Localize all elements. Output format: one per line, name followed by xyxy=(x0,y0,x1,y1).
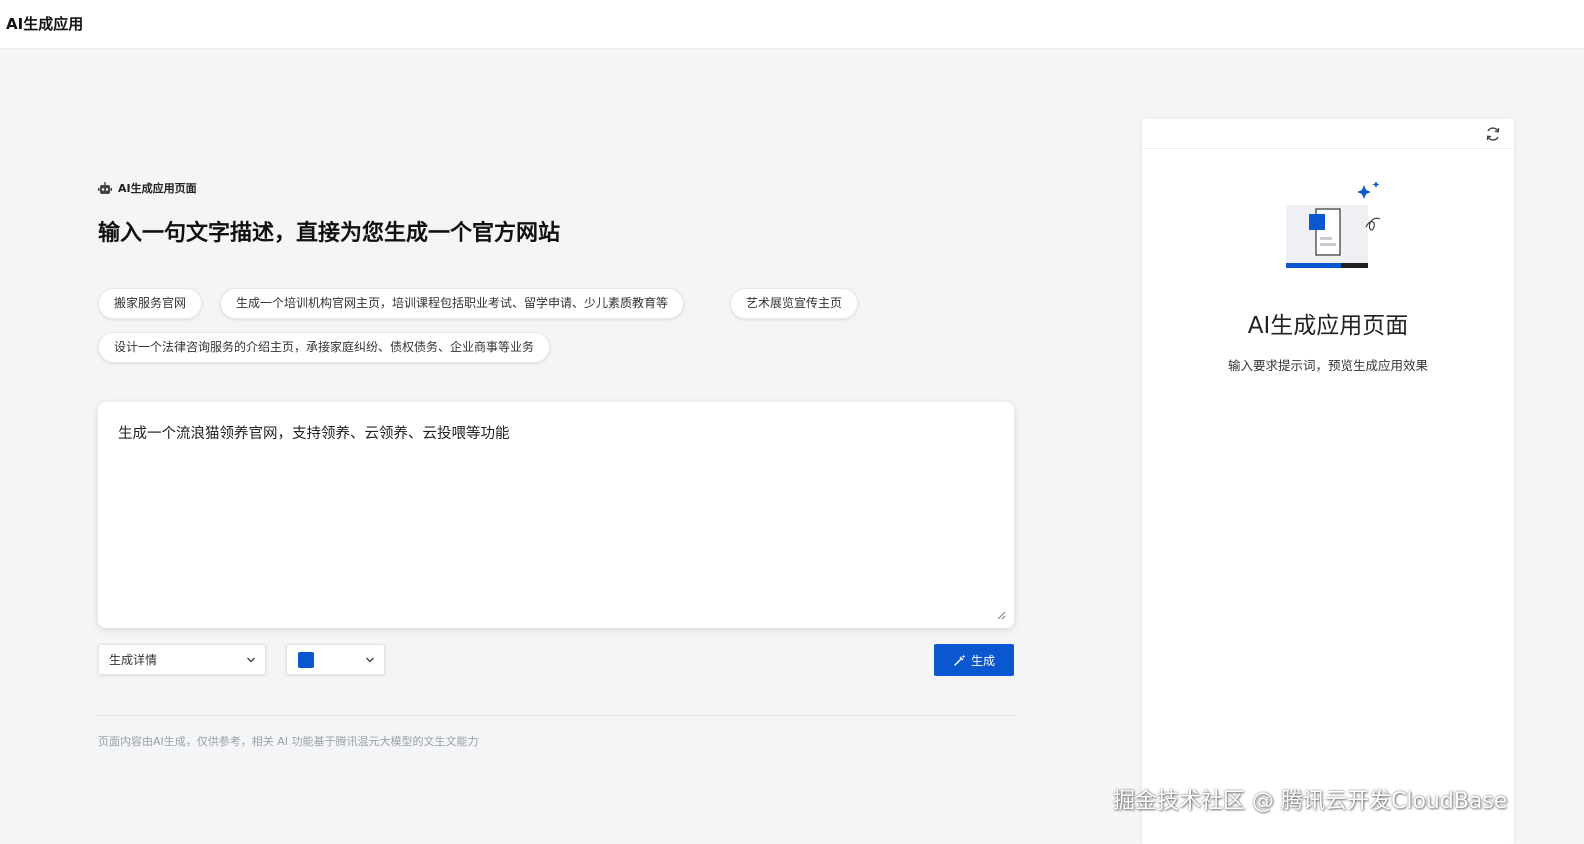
generator-panel: AI生成应用页面 输入一句文字描述，直接为您生成一个官方网站 搬家服务官网 生成… xyxy=(98,0,1014,844)
generate-button-label: 生成 xyxy=(970,653,995,668)
breadcrumb: AI生成应用页面 xyxy=(98,180,197,196)
watermark: 掘金技术社区 @ 腾讯云开发CloudBase xyxy=(1113,789,1508,814)
color-select[interactable] xyxy=(286,644,385,675)
chevron-down-icon xyxy=(247,657,255,663)
preview-header xyxy=(1142,119,1514,149)
disclaimer-text: 页面内容由AI生成，仅供参考，相关 AI 功能基于腾讯混元大模型的文生文能力 xyxy=(98,735,479,748)
prompt-box xyxy=(98,402,1014,628)
color-swatch xyxy=(298,651,314,668)
refresh-icon[interactable] xyxy=(1484,125,1502,143)
suggestion-chip[interactable]: 艺术展览宣传主页 xyxy=(730,288,859,319)
magic-wand-icon xyxy=(953,654,966,666)
resize-handle-icon[interactable] xyxy=(996,610,1006,620)
preview-panel: AI生成应用页面 输入要求提示词，预览生成应用效果 xyxy=(1142,119,1514,844)
preview-subtitle: 输入要求提示词，预览生成应用效果 xyxy=(1227,358,1428,373)
app-preview-illustration xyxy=(1286,181,1381,268)
suggestion-chip[interactable]: 设计一个法律咨询服务的介绍主页，承接家庭纠纷、债权债务、企业商事等业务 xyxy=(98,332,551,363)
chevron-down-icon xyxy=(366,657,374,663)
breadcrumb-label: AI生成应用页面 xyxy=(118,182,197,195)
app-title: AI生成应用 xyxy=(6,15,84,33)
suggestion-chip[interactable]: 生成一个培训机构官网主页，培训课程包括职业考试、留学申请、少儿素质教育等 xyxy=(220,288,685,319)
detail-select[interactable]: 生成详情 xyxy=(98,644,266,675)
preview-title: AI生成应用页面 xyxy=(1247,313,1409,339)
page-title: 输入一句文字描述，直接为您生成一个官方网站 xyxy=(98,221,561,246)
divider xyxy=(98,715,1014,716)
robot-icon xyxy=(98,181,112,194)
generate-button[interactable]: 生成 xyxy=(934,644,1014,676)
prompt-input[interactable] xyxy=(118,422,988,612)
detail-select-value: 生成详情 xyxy=(109,653,158,667)
suggestion-chip[interactable]: 搬家服务官网 xyxy=(98,288,203,319)
